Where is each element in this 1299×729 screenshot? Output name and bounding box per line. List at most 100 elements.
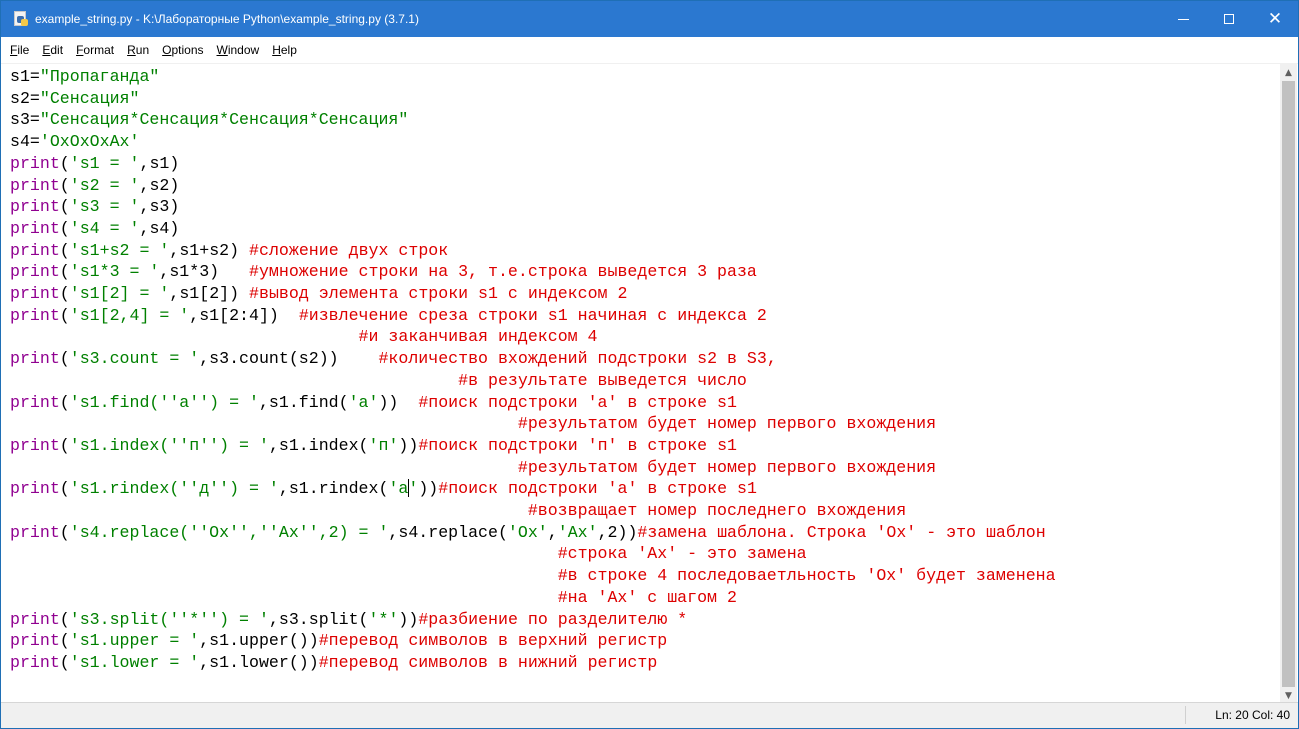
code-editor[interactable]: s1="Пропаганда" s2="Сенсация" s3="Сенсация… [1, 64, 1280, 704]
code-line[interactable]: print('s1+s2 = ',s1+s2) #сложение двух с… [10, 240, 448, 262]
code-line[interactable]: print('s1*3 = ',s1*3) #умножение строки … [10, 261, 757, 283]
code-line[interactable]: print('s1[2] = ',s1[2]) #вывод элемента … [10, 283, 627, 305]
code-line[interactable]: s1="Пропаганда" [10, 66, 159, 88]
code-line[interactable]: print('s1.index(''п'') = ',s1.index('п')… [10, 435, 737, 457]
minimize-button[interactable] [1160, 1, 1206, 37]
comment-token: #на 'Ax' с шагом 2 [557, 587, 737, 607]
code-token: , [547, 522, 558, 542]
code-line[interactable]: #возвращает номер последнего вхождения [10, 500, 906, 522]
scroll-thumb[interactable] [1282, 81, 1295, 687]
code-line[interactable]: print('s1.find(''a'') = ',s1.find('a')) … [10, 392, 737, 414]
keyword-token: print [10, 218, 60, 238]
scroll-up-icon[interactable]: ▲ [1280, 64, 1297, 81]
comment-token: #сложение двух строк [249, 240, 449, 260]
menu-help[interactable]: Help [266, 43, 303, 57]
comment-token: #возвращает номер последнего вхождения [527, 501, 907, 520]
code-token: ,s2) [139, 175, 180, 195]
code-token: ( [59, 522, 70, 542]
code-token: )) [418, 479, 439, 499]
string-token: 's1.upper = ' [69, 631, 200, 651]
code-token: ( [59, 609, 70, 629]
code-token: ,s1.upper()) [199, 631, 319, 651]
code-line[interactable]: print('s1.rindex(''д'') = ',s1.rindex('а… [10, 478, 757, 500]
code-token: )) [398, 435, 419, 455]
code-token: ( [59, 284, 70, 303]
code-token: ( [59, 153, 70, 173]
string-token: "Сенсация" [39, 88, 140, 108]
code-token: ( [59, 305, 70, 325]
menu-edit[interactable]: Edit [36, 43, 69, 57]
comment-token: #в строке 4 последоваетльность 'Ox' буде… [557, 566, 1056, 586]
string-token: 's1.index(''п'') = ' [69, 435, 269, 455]
comment-token: #вывод элемента строки s1 с индексом 2 [249, 284, 628, 303]
code-token: ,2)) [597, 522, 638, 542]
code-line[interactable]: #результатом будет номер первого вхожден… [10, 413, 936, 435]
comment-token: #разбиение по разделителю * [418, 609, 688, 629]
text-cursor [408, 478, 410, 497]
code-token: ,s1.lower()) [199, 652, 319, 672]
code-line[interactable]: print('s3 = ',s3) [10, 196, 179, 218]
string-token: 's4.replace(''Ox'',''Ax'',2) = ' [69, 522, 389, 542]
code-line[interactable]: print('s3.split(''*'') = ',s3.split('*')… [10, 609, 687, 631]
code-line[interactable]: #строка 'Ax' - это замена [10, 543, 807, 565]
code-line[interactable]: print('s4 = ',s4) [10, 218, 179, 240]
comment-token: #в результате выведется число [458, 370, 747, 390]
keyword-token: print [10, 522, 60, 542]
string-token: 's1*3 = ' [69, 262, 160, 282]
comment-token: #результатом будет номер первого вхожден… [517, 457, 937, 477]
code-line[interactable]: print('s3.count = ',s3.count(s2)) #колич… [10, 348, 777, 370]
string-token: 's3.count = ' [69, 349, 200, 369]
string-token: 's3 = ' [69, 197, 140, 217]
code-line[interactable]: #результатом будет номер первого вхожден… [10, 457, 936, 479]
code-token: ,s4) [139, 218, 180, 238]
code-line[interactable]: print('s1.lower = ',s1.lower())#перевод … [10, 652, 657, 674]
code-line[interactable]: #и заканчивая индексом 4 [10, 326, 598, 348]
minimize-icon [1177, 18, 1189, 20]
code-token: ( [59, 262, 70, 282]
code-line[interactable]: print('s2 = ',s2) [10, 175, 179, 197]
string-token: 's2 = ' [69, 175, 140, 195]
string-token: 'а [388, 479, 409, 499]
menu-options[interactable]: Options [156, 43, 209, 57]
maximize-button[interactable] [1206, 1, 1252, 37]
string-token: ' [408, 479, 419, 499]
code-line[interactable]: print('s4.replace(''Ox'',''Ax'',2) = ',s… [10, 522, 1046, 544]
code-token: ,s3.split( [268, 609, 369, 629]
code-token: ( [59, 240, 70, 260]
code-line[interactable]: s2="Сенсация" [10, 88, 139, 110]
menu-run[interactable]: Run [121, 43, 155, 57]
close-icon: ✕ [1267, 8, 1283, 29]
keyword-token: print [10, 240, 60, 260]
code-line[interactable]: print('s1 = ',s1) [10, 153, 179, 175]
code-token: ,s4.replace( [388, 522, 508, 542]
code-line[interactable]: #в результате выведется число [10, 370, 747, 392]
string-token: 's1[2] = ' [69, 284, 170, 303]
menu-format[interactable]: Format [70, 43, 120, 57]
code-line[interactable]: s4='OxOxOxAx' [10, 131, 139, 153]
code-token: ( [59, 435, 70, 455]
close-button[interactable]: ✕ [1252, 1, 1298, 37]
code-token: ( [59, 197, 70, 217]
menu-window[interactable]: Window [211, 43, 266, 57]
code-line[interactable]: s3="Сенсация*Сенсация*Сенсация*Сенсация" [10, 109, 408, 131]
keyword-token: print [10, 284, 60, 303]
code-token: ( [59, 218, 70, 238]
code-line[interactable]: #в строке 4 последоваетльность 'Ox' буде… [10, 565, 1056, 587]
code-line[interactable]: #на 'Ax' с шагом 2 [10, 587, 737, 609]
code-line[interactable]: print('s1.upper = ',s1.upper())#перевод … [10, 630, 667, 652]
keyword-token: print [10, 609, 60, 629]
string-token: 's1[2,4] = ' [69, 305, 190, 325]
title-bar[interactable]: example_string.py - K:\Лабораторные Pyth… [1, 1, 1298, 37]
string-token: 's1 = ' [69, 153, 140, 173]
comment-token: #перевод символов в нижний регистр [318, 652, 658, 672]
code-token: ,s1[2:4]) [189, 305, 299, 325]
python-file-icon [13, 11, 29, 27]
string-token: 'a' [348, 392, 379, 412]
code-line[interactable]: print('s1[2,4] = ',s1[2:4]) #извлечение … [10, 305, 767, 327]
vertical-scrollbar[interactable]: ▲ ▼ [1280, 64, 1297, 704]
menu-file[interactable]: File [4, 43, 35, 57]
keyword-token: print [10, 197, 60, 217]
